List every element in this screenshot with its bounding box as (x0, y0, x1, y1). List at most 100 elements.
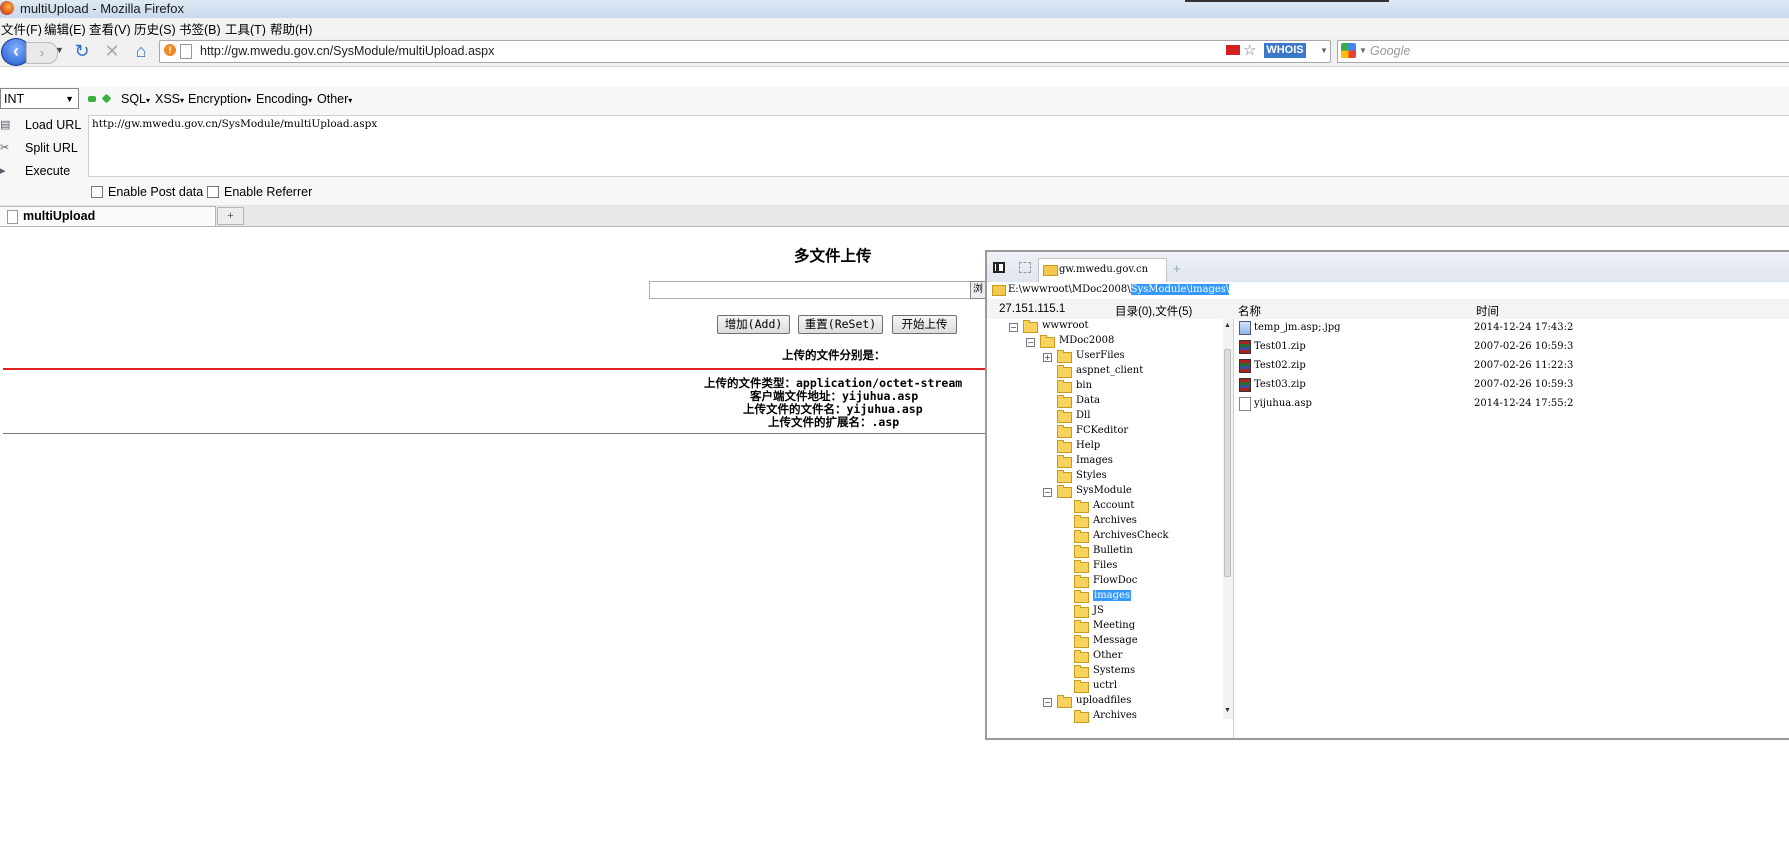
tree-node-label: wwwroot (1042, 320, 1089, 331)
folder-icon (1074, 500, 1089, 513)
tree-node-label: Account (1093, 500, 1135, 511)
url-text[interactable]: http://gw.mwedu.gov.cn/SysModule/multiUp… (200, 44, 494, 58)
tree-node-label: MDoc2008 (1059, 335, 1115, 346)
collapse-icon[interactable]: − (1043, 698, 1052, 707)
expand-icon[interactable]: + (1043, 353, 1052, 362)
history-dropdown-icon[interactable]: ▼ (55, 45, 64, 55)
sql-menu[interactable]: SQL▾ (121, 92, 150, 106)
folder-icon (1057, 485, 1072, 498)
checkbox-box[interactable] (207, 186, 219, 198)
tab-multiupload[interactable]: multiUpload (0, 206, 216, 226)
folder-icon (1074, 710, 1089, 723)
file-manager-window: gw.mwedu.gov.cn + E:\wwwroot\MDoc2008\Sy… (985, 250, 1789, 740)
folder-icon (1074, 530, 1089, 543)
tree-node-label: Meeting (1093, 620, 1136, 631)
file-row[interactable]: Test02.zip 2007-02-26 11:22:3 (1234, 357, 1789, 376)
file-manager-tab[interactable]: gw.mwedu.gov.cn (1038, 258, 1167, 282)
folder-icon (1074, 650, 1089, 663)
sidebar-toggle-icon[interactable] (993, 262, 1005, 273)
encryption-menu[interactable]: Encryption▾ (188, 92, 251, 106)
file-name: Test02.zip (1254, 360, 1306, 371)
column-name[interactable]: 名称 (1238, 303, 1261, 319)
page-title: 多文件上传 (794, 247, 872, 265)
tree-node-label: Archives (1093, 515, 1137, 526)
encoding-menu[interactable]: Encoding▾ (256, 92, 312, 106)
tree-node-label: uctrl (1093, 680, 1118, 691)
search-engine-dropdown-icon[interactable]: ▼ (1359, 46, 1367, 55)
new-tab-button[interactable]: + (217, 207, 244, 225)
uploaded-files-label: 上传的文件分别是： (782, 348, 886, 362)
folder-icon (1074, 605, 1089, 618)
plus-icon[interactable] (101, 93, 112, 104)
whois-button[interactable]: WHOIS (1264, 43, 1306, 58)
path-bar[interactable]: E:\wwwroot\MDoc2008\SysModule\images\ (987, 282, 1789, 300)
file-time: 2007-02-26 10:59:3 (1474, 341, 1574, 352)
archive-file-icon (1239, 359, 1251, 373)
scroll-down-icon[interactable]: ▼ (1224, 707, 1231, 714)
hackbar-url-textarea[interactable]: http://gw.mwedu.gov.cn/SysModule/multiUp… (88, 115, 1789, 177)
tree-node-label: Archives (1093, 710, 1137, 721)
file-row[interactable]: yijuhua.asp 2014-12-24 17:55:2 (1234, 395, 1789, 414)
scroll-up-icon[interactable]: ▲ (1224, 322, 1231, 329)
site-info-icon[interactable]: ! (164, 44, 176, 56)
add-tab-icon[interactable]: + (1173, 261, 1181, 276)
tree-node-label: Styles (1076, 470, 1107, 481)
tree-node-label: SysModule (1076, 485, 1132, 496)
google-icon[interactable] (1341, 43, 1356, 58)
start-upload-button[interactable]: 开始上传 (892, 315, 957, 334)
tree-node-label: FlowDoc (1093, 575, 1138, 586)
blank-tab-icon[interactable] (1019, 262, 1031, 273)
xss-menu[interactable]: XSS▾ (155, 92, 184, 106)
collapse-icon[interactable]: − (1009, 323, 1018, 332)
search-placeholder: Google (1370, 44, 1411, 58)
folder-icon (1057, 455, 1072, 468)
file-time: 2007-02-26 11:22:3 (1474, 360, 1574, 371)
firefox-logo-icon (0, 1, 14, 15)
file-name: temp_jm.asp;.jpg (1254, 322, 1341, 333)
reset-button[interactable]: 重置(ReSet) (798, 315, 883, 334)
tree-scrollbar[interactable]: ▲ ▼ (1223, 319, 1233, 719)
window-grip (1185, 0, 1389, 2)
path-prefix: E:\wwwroot\MDoc2008\ (1008, 284, 1131, 295)
int-select-value: INT (4, 92, 25, 106)
folder-icon (1057, 440, 1072, 453)
stop-icon[interactable]: ✕ (101, 40, 123, 62)
folder-icon (1043, 265, 1058, 276)
navigation-toolbar: ‹ › ▼ ↻ ✕ ⌂ ! http://gw.mwedu.gov.cn/Sys… (0, 36, 1789, 67)
browse-button[interactable]: 浏 (970, 281, 986, 299)
url-dropdown-icon[interactable]: ▼ (1320, 46, 1328, 55)
file-ext-line: 上传文件的扩展名：.asp (768, 415, 900, 429)
title-bar: multiUpload - Mozilla Firefox (0, 0, 1789, 18)
image-file-icon (1239, 321, 1251, 335)
play-icon: ▸ (0, 165, 6, 177)
tree-node-label: Bulletin (1093, 545, 1133, 556)
file-path-input[interactable] (649, 281, 971, 299)
bookmark-star-icon[interactable]: ☆ (1243, 41, 1256, 59)
scrollbar-thumb[interactable] (1224, 349, 1231, 577)
tree-node-label: Help (1076, 440, 1101, 451)
country-flag-icon (1226, 45, 1240, 55)
tree-node-label: FCKeditor (1076, 425, 1129, 436)
file-row[interactable]: Test01.zip 2007-02-26 10:59:3 (1234, 338, 1789, 357)
minus-icon[interactable] (88, 96, 96, 102)
other-menu[interactable]: Other▾ (317, 92, 352, 106)
url-bar[interactable]: ! http://gw.mwedu.gov.cn/SysModule/multi… (159, 40, 1331, 63)
tree-node-label: Files (1093, 560, 1118, 571)
file-row[interactable]: Test03.zip 2007-02-26 10:59:3 (1234, 376, 1789, 395)
add-button[interactable]: 增加(Add) (717, 315, 790, 334)
home-icon[interactable]: ⌂ (130, 40, 152, 62)
forward-button[interactable]: › (26, 42, 58, 64)
file-row[interactable]: temp_jm.asp;.jpg 2014-12-24 17:43:2 (1234, 319, 1789, 338)
checkbox-box[interactable] (91, 186, 103, 198)
folder-icon (1057, 365, 1072, 378)
tab-bar: multiUpload + (0, 205, 1789, 227)
folder-icon (1057, 425, 1072, 438)
collapse-icon[interactable]: − (1043, 488, 1052, 497)
column-time[interactable]: 时间 (1476, 303, 1499, 319)
file-time: 2007-02-26 10:59:3 (1474, 379, 1574, 390)
search-bar[interactable]: ▼ Google (1337, 40, 1789, 63)
collapse-icon[interactable]: − (1026, 338, 1035, 347)
archive-file-icon (1239, 340, 1251, 354)
int-type-select[interactable]: INT ▼ (0, 88, 79, 109)
reload-icon[interactable]: ↻ (71, 40, 93, 62)
